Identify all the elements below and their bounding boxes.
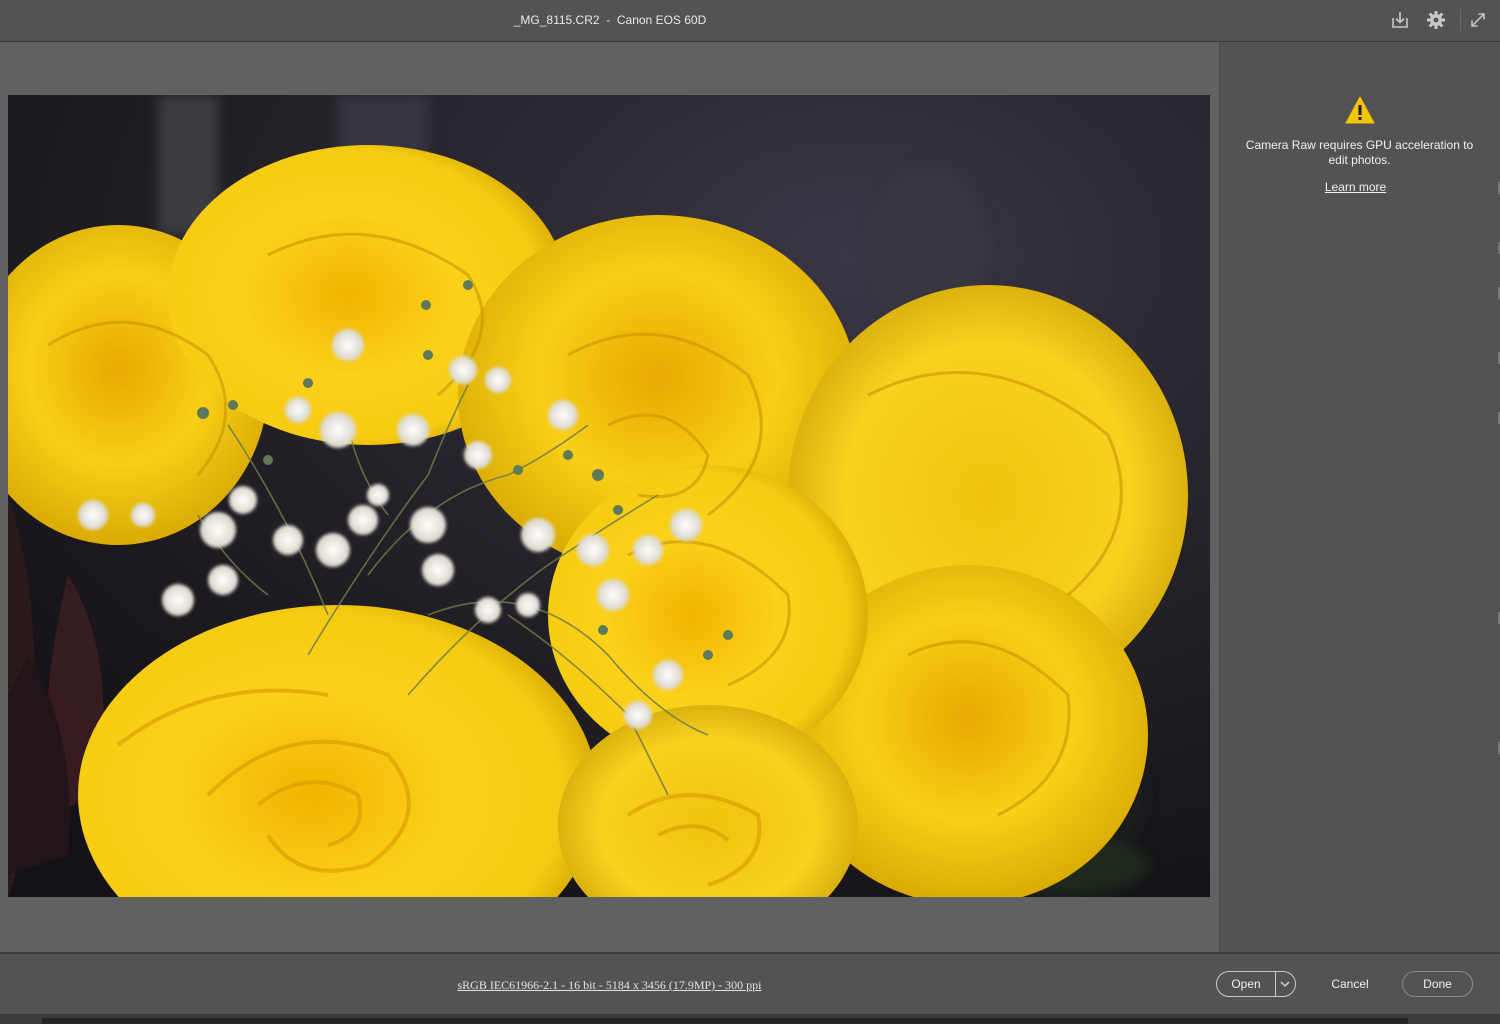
flower-photo-image <box>8 95 1210 897</box>
gear-icon[interactable] <box>1426 10 1446 30</box>
learn-more-link[interactable]: Learn more <box>1220 180 1491 194</box>
cancel-button[interactable]: Cancel <box>1312 971 1388 997</box>
photo-preview[interactable] <box>8 95 1210 897</box>
title-bar: _MG_8115.CR2 - Canon EOS 60D <box>0 0 1500 42</box>
gpu-warning-message: Camera Raw requires GPU acceleration to … <box>1245 138 1474 167</box>
bottom-edge <box>0 1014 1500 1024</box>
warning-icon <box>1345 95 1375 125</box>
save-icon[interactable] <box>1390 10 1410 30</box>
image-canvas[interactable] <box>0 42 1219 952</box>
right-panel: Camera Raw requires GPU acceleration to … <box>1219 42 1500 952</box>
chevron-down-icon[interactable] <box>1277 976 1293 992</box>
fullscreen-icon[interactable] <box>1468 10 1488 30</box>
open-button-divider <box>1275 972 1276 996</box>
camera-raw-window: _MG_8115.CR2 - Canon EOS 60D Camera Raw … <box>0 0 1500 1024</box>
workflow-options-link[interactable]: sRGB IEC61966-2.1 - 16 bit - 5184 x 3456… <box>0 954 1219 1016</box>
open-button-label[interactable]: Open <box>1217 972 1275 996</box>
toolbar-divider <box>1460 9 1461 31</box>
footer-bar: sRGB IEC61966-2.1 - 16 bit - 5184 x 3456… <box>0 952 1500 1016</box>
done-button[interactable]: Done <box>1402 971 1473 997</box>
open-button[interactable]: Open <box>1216 971 1296 997</box>
window-title: _MG_8115.CR2 - Canon EOS 60D <box>513 13 707 27</box>
filmstrip-edge <box>42 1018 1408 1024</box>
